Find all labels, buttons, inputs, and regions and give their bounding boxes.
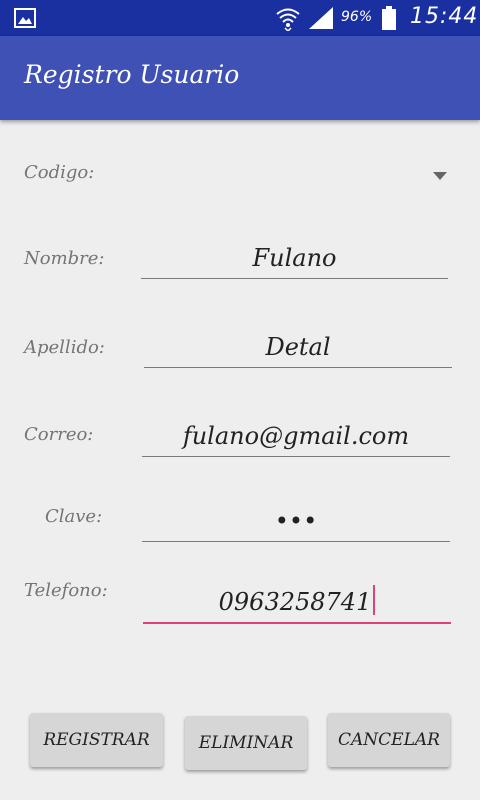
telefono-value: 0963258741 (143, 585, 451, 616)
nombre-value: Fulano (252, 244, 337, 272)
chevron-down-icon[interactable] (433, 172, 447, 180)
battery-icon (381, 6, 397, 34)
clave-label: Clave: (45, 506, 103, 527)
correo-field[interactable]: fulano@gmail.com (142, 410, 450, 457)
codigo-label: Codigo: (24, 162, 95, 183)
text-caret (373, 585, 376, 615)
apellido-value: Detal (265, 333, 331, 361)
app-bar: Registro Usuario (0, 36, 480, 120)
page-title: Registro Usuario (24, 60, 240, 89)
wifi-icon (275, 5, 301, 35)
clave-value: ••• (274, 507, 318, 535)
telefono-field[interactable]: 0963258741 (143, 576, 451, 624)
telefono-label: Telefono: (24, 580, 108, 601)
eliminar-button[interactable]: ELIMINAR (185, 716, 307, 770)
gallery-icon (14, 8, 36, 32)
apellido-field[interactable]: Detal (144, 321, 452, 368)
cancelar-button[interactable]: CANCELAR (328, 713, 450, 767)
apellido-label: Apellido: (24, 337, 105, 358)
correo-label: Correo: (24, 424, 94, 445)
status-bar: 96% 15:44 (0, 0, 480, 36)
registrar-button[interactable]: REGISTRAR (30, 713, 163, 767)
battery-percentage: 96% (341, 9, 373, 25)
nombre-label: Nombre: (24, 248, 105, 269)
nombre-field[interactable]: Fulano (141, 232, 448, 279)
signal-icon (309, 7, 333, 33)
clave-field[interactable]: ••• (142, 495, 450, 542)
codigo-spinner[interactable] (140, 150, 450, 200)
status-time: 15:44 (410, 4, 479, 29)
correo-value: fulano@gmail.com (182, 422, 410, 450)
